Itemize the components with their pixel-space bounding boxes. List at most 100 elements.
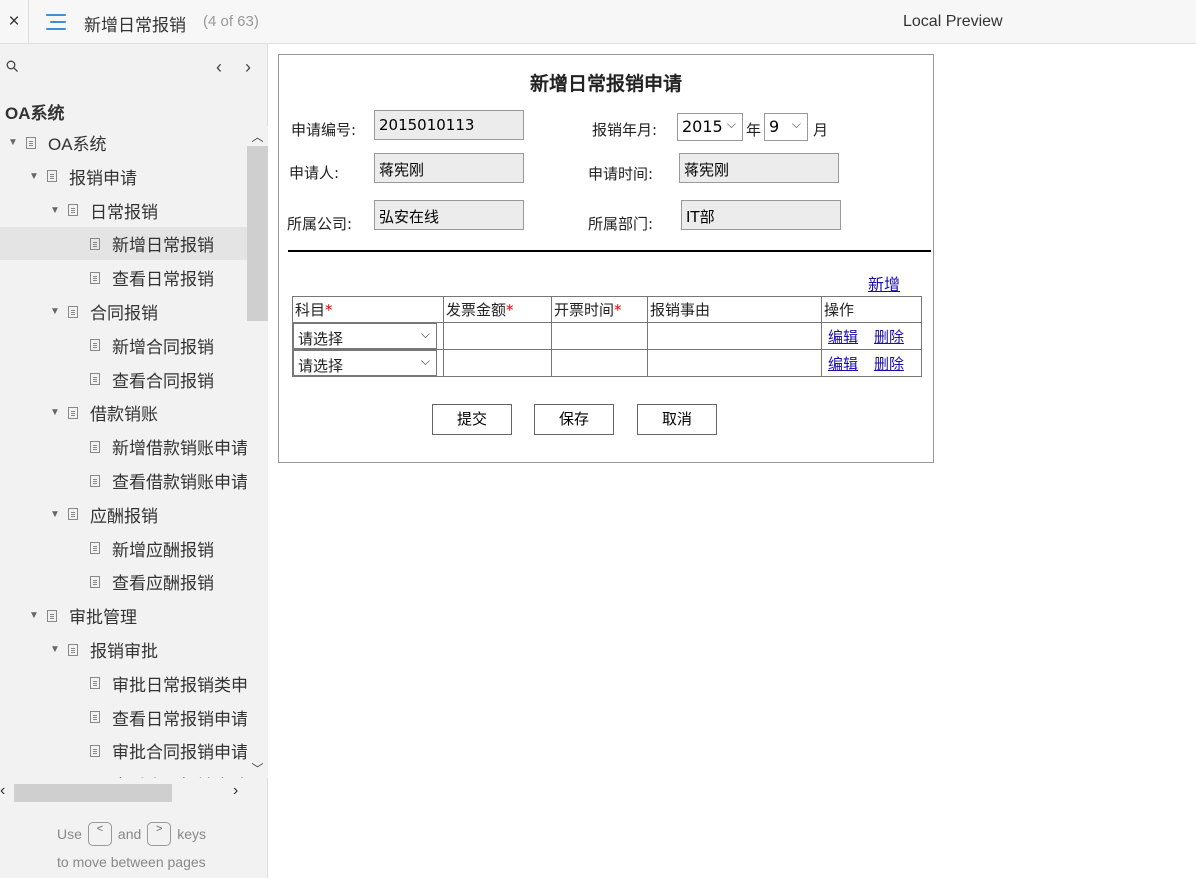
reason-cell[interactable] (647, 322, 822, 350)
header-reason: 报销事由 (647, 296, 822, 323)
vertical-scroll-thumb[interactable] (247, 146, 268, 321)
applicant-label: 申请人: (289, 164, 340, 182)
submit-button[interactable]: 提交 (432, 404, 512, 435)
sidebar-item[interactable]: ▼ 合同报销 (0, 295, 247, 328)
header-amount: 发票金额* (443, 296, 552, 323)
sidebar-item[interactable]: 审批日常报销类申 (0, 667, 247, 700)
reimbursement-form: 新增日常报销申请 申请编号: 2015010113 报销年月: 2015 ⌵ 年… (278, 54, 934, 463)
save-button[interactable]: 保存 (534, 404, 614, 435)
add-row-link[interactable]: 新增 (868, 271, 900, 295)
caret-down-icon[interactable]: ▼ (48, 644, 62, 655)
caret-down-icon[interactable]: ▼ (48, 407, 62, 418)
subject-select[interactable]: 请选择 ⌵ (293, 350, 437, 376)
chevron-left-icon[interactable]: ‹ (0, 782, 5, 800)
edit-link[interactable]: 编辑 (828, 328, 858, 346)
subject-select-value: 请选择 (298, 330, 344, 348)
amount-cell[interactable] (443, 322, 552, 350)
caret-down-icon[interactable]: ▼ (48, 205, 62, 216)
sidebar-item[interactable]: 新增日常报销 (0, 227, 247, 261)
sidebar-item[interactable]: ▼ 应酬报销 (0, 498, 247, 531)
applicant-field[interactable]: 蒋宪刚 (374, 153, 524, 183)
header-invoice-time: 开票时间* (551, 296, 648, 323)
apply-time-field[interactable]: 蒋宪刚 (679, 153, 839, 183)
sidebar-item[interactable]: 查看借款销账申请 (0, 464, 247, 497)
sidebar-item[interactable]: ▼ OA系统 (0, 126, 247, 159)
chevron-right-icon[interactable]: › (233, 782, 238, 800)
document-icon (90, 474, 100, 487)
prev-page-icon[interactable]: ‹ (211, 57, 227, 78)
sidebar-item[interactable]: 新增应酬报销 (0, 532, 247, 565)
document-icon (90, 711, 100, 724)
caret-down-icon[interactable]: ▼ (48, 509, 62, 520)
header-operations: 操作 (821, 296, 922, 323)
sidebar-vertical-scrollbar[interactable]: ︿ ﹀ (247, 126, 268, 778)
next-page-icon[interactable]: › (240, 57, 256, 78)
delete-link[interactable]: 删除 (874, 328, 904, 346)
sidebar-item[interactable]: 新增借款销账申请 (0, 430, 247, 463)
sidebar-item[interactable]: ▼ 报销申请 (0, 160, 247, 193)
menu-icon[interactable] (44, 11, 68, 33)
horizontal-scroll-thumb[interactable] (14, 784, 172, 802)
table-row: 请选择 ⌵ 编辑 删除 (292, 322, 922, 350)
hint-line-2: to move between pages (57, 854, 206, 870)
document-icon (68, 508, 78, 521)
caret-down-icon[interactable]: ▼ (48, 306, 62, 317)
sidebar-horizontal-scrollbar[interactable]: ‹ › (0, 780, 247, 804)
caret-down-icon[interactable]: ▼ (6, 137, 20, 148)
sidebar-item[interactable]: ▼ 报销审批 (0, 633, 247, 666)
table-row: 请选择 ⌵ 编辑 删除 (292, 349, 922, 377)
sidebar-item-label: OA系统 (48, 135, 107, 154)
document-icon (90, 677, 100, 690)
caret-down-icon[interactable]: ▼ (27, 171, 41, 182)
sidebar-item-label: 新增日常报销 (112, 236, 214, 256)
delete-link[interactable]: 删除 (874, 355, 904, 373)
year-value: 2015 (682, 117, 723, 136)
document-icon (47, 609, 57, 622)
sidebar-item-label: 借款销账 (90, 405, 158, 425)
hint-keys: keys (177, 826, 207, 842)
document-icon (90, 373, 100, 386)
amount-cell[interactable] (443, 349, 552, 377)
document-icon (26, 136, 36, 149)
sidebar-item[interactable]: ▼ 审批管理 (0, 599, 247, 632)
year-select[interactable]: 2015 ⌵ (677, 113, 743, 141)
document-icon (90, 575, 100, 588)
edit-link[interactable]: 编辑 (828, 355, 858, 373)
sidebar-item[interactable]: 查看日常报销 (0, 261, 247, 294)
company-field[interactable]: 弘安在线 (374, 200, 524, 230)
sidebar-item[interactable]: ▼ 借款销账 (0, 396, 247, 429)
cancel-button[interactable]: 取消 (637, 404, 717, 435)
invoice-time-cell[interactable] (551, 322, 648, 350)
chevron-down-icon[interactable]: ﹀ (247, 760, 268, 777)
left-key-icon: < (87, 822, 112, 846)
expense-table: 科目* 发票金额* 开票时间* 报销事由 操作 请选择 ⌵ 编辑 删除 请选择 … (292, 296, 922, 377)
sidebar-item-label: 查看日常报销 (112, 270, 214, 290)
subject-cell: 请选择 ⌵ (292, 322, 444, 350)
sidebar-item[interactable]: 查看合同报销申请 (0, 768, 247, 778)
department-field[interactable]: IT部 (681, 200, 841, 230)
document-icon (90, 744, 100, 757)
document-icon (90, 440, 100, 453)
sidebar-item[interactable]: 查看合同报销 (0, 363, 247, 396)
reason-cell[interactable] (647, 349, 822, 377)
sidebar-item[interactable]: 新增合同报销 (0, 329, 247, 362)
sidebar-tree: ▼ OA系统 ▼ 报销申请 ▼ 日常报销新增日常报销 查看日常报销 ▼ 合同报销新增合同报销查看… (0, 126, 247, 778)
chevron-up-icon[interactable]: ︿ (247, 128, 268, 145)
sidebar-item[interactable]: 审批合同报销申请 (0, 734, 247, 767)
page-title: 新增日常报销 (84, 16, 186, 35)
search-icon[interactable] (6, 60, 18, 72)
sidebar-item-label: 查看日常报销申请 (112, 709, 247, 729)
subject-select[interactable]: 请选择 ⌵ (293, 323, 437, 349)
sidebar-item[interactable]: 查看日常报销申请 (0, 701, 247, 734)
close-button[interactable]: × (0, 0, 29, 44)
page-count: (4 of 63) (203, 13, 259, 30)
month-select[interactable]: 9 ⌵ (764, 113, 808, 141)
hint-and: and (117, 826, 142, 842)
caret-down-icon[interactable]: ▼ (27, 610, 41, 621)
sidebar-item[interactable]: ▼ 日常报销 (0, 194, 247, 227)
sidebar-item[interactable]: 查看应酬报销 (0, 565, 247, 598)
apply-no-field[interactable]: 2015010113 (374, 110, 524, 140)
sidebar-item-label: 新增合同报销 (112, 337, 214, 357)
invoice-time-cell[interactable] (551, 349, 648, 377)
table-header-row: 科目* 发票金额* 开票时间* 报销事由 操作 (292, 296, 922, 323)
